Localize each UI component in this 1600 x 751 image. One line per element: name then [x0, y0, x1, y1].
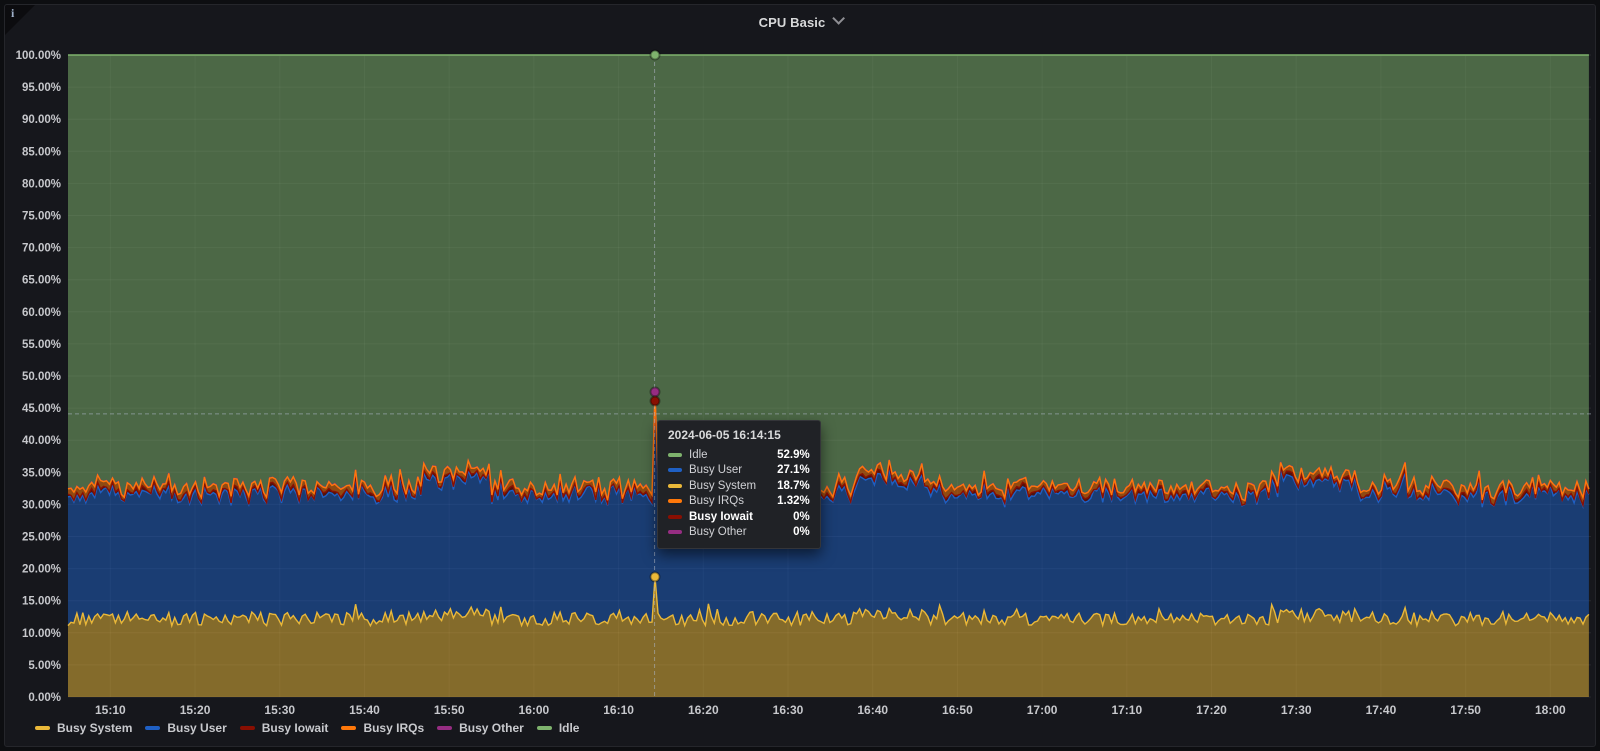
y-axis-label: 100.00%: [16, 50, 61, 62]
hover-marker-busy_other: [649, 386, 661, 398]
legend-color-swatch: [437, 726, 453, 730]
legend-item-idle[interactable]: Idle: [536, 721, 580, 735]
x-axis-label: 15:20: [180, 703, 211, 717]
y-axis-label: 10.00%: [22, 628, 61, 640]
x-axis-label: 16:00: [519, 703, 550, 717]
y-axis-label: 80.00%: [22, 178, 61, 190]
series-color-swatch: [668, 530, 682, 535]
legend-item-busy-irqs[interactable]: Busy IRQs: [341, 721, 424, 735]
tooltip-series-name: Busy User: [689, 464, 743, 477]
x-axis-label: 15:30: [264, 703, 295, 717]
tooltip-timestamp: 2024-06-05 16:14:15: [668, 428, 781, 442]
y-axis-label: 65.00%: [22, 275, 61, 287]
x-axis-label: 17:40: [1366, 703, 1397, 717]
legend-color-swatch: [536, 726, 552, 730]
hover-marker-busy_iowait: [649, 395, 661, 407]
y-axis-label: 95.00%: [22, 82, 61, 94]
x-axis-label: 16:40: [857, 703, 888, 717]
legend-color-swatch: [341, 726, 357, 730]
legend-label: Idle: [558, 721, 580, 735]
y-axis-label: 70.00%: [22, 243, 61, 255]
legend-color-swatch: [239, 726, 255, 730]
legend-label: Busy IRQs: [363, 721, 425, 735]
y-axis-label: 45.00%: [22, 403, 61, 415]
hover-tooltip: 2024-06-05 16:14:15 Idle 52.9% Busy User 27…: [657, 420, 821, 549]
x-axis-label: 16:50: [942, 703, 973, 717]
series-color-swatch: [668, 483, 682, 488]
x-axis-label: 15:40: [349, 703, 380, 717]
tooltip-series-value: 0%: [793, 526, 810, 539]
tooltip-series-value: 27.1%: [777, 464, 810, 477]
y-axis-label: 40.00%: [22, 435, 61, 447]
y-axis-label: 30.00%: [22, 499, 61, 511]
series-color-swatch: [668, 499, 682, 504]
y-axis-label: 20.00%: [22, 564, 61, 576]
series-color-swatch: [668, 452, 682, 457]
tooltip-series-name: Busy IRQs: [689, 495, 744, 508]
y-axis-label: 75.00%: [22, 211, 61, 223]
x-axis-label: 15:10: [95, 703, 126, 717]
tooltip-row: Busy IRQs 1.32%: [668, 494, 810, 510]
y-axis-label: 0.00%: [28, 692, 61, 704]
y-axis-label: 85.00%: [22, 146, 61, 158]
tooltip-row: Busy System 18.7%: [668, 478, 810, 494]
series-area-idle: [68, 55, 1589, 501]
cpu-basic-panel: i CPU Basic 100.00% 95.00% 90.00% 85.00% 80.…: [4, 4, 1596, 747]
tooltip-series-value: 18.7%: [777, 479, 810, 492]
tooltip-series-name: Busy Other: [689, 526, 747, 539]
tooltip-series-value: 1.32%: [777, 495, 810, 508]
legend-label: Busy Other: [459, 721, 524, 735]
tooltip-series-value: 0%: [793, 510, 810, 523]
y-axis-label: 50.00%: [22, 371, 61, 383]
y-axis-label: 15.00%: [22, 596, 61, 608]
legend-label: Busy System: [57, 721, 133, 735]
legend-item-busy-iowait[interactable]: Busy Iowait: [239, 721, 329, 735]
y-axis-label: 55.00%: [22, 339, 61, 351]
y-axis-label: 35.00%: [22, 467, 61, 479]
x-axis-label: 16:20: [688, 703, 719, 717]
x-axis-label: 17:30: [1281, 703, 1312, 717]
hover-marker-busy_system: [649, 571, 661, 583]
legend-color-swatch: [145, 726, 161, 730]
legend-label: Busy Iowait: [261, 721, 329, 735]
x-axis-label: 17:20: [1196, 703, 1227, 717]
time-series-chart[interactable]: 100.00% 95.00% 90.00% 85.00% 80.00% 75.00% 70.…: [5, 5, 1596, 747]
x-axis-label: 17:10: [1111, 703, 1142, 717]
legend-label: Busy User: [167, 721, 227, 735]
series-color-swatch: [668, 468, 682, 473]
x-axis-label: 17:00: [1027, 703, 1058, 717]
legend-item-busy-other[interactable]: Busy Other: [437, 721, 524, 735]
tooltip-row: Busy Other 0%: [668, 525, 810, 541]
y-axis-label: 90.00%: [22, 114, 61, 126]
hover-marker-idle: [649, 49, 661, 61]
tooltip-series-name: Idle: [689, 448, 708, 461]
tooltip-row: Busy Iowait 0%: [668, 509, 810, 525]
x-axis-label: 17:50: [1450, 703, 1481, 717]
x-axis-label: 16:10: [603, 703, 634, 717]
x-axis-label: 16:30: [773, 703, 804, 717]
legend-item-busy-system[interactable]: Busy System: [35, 721, 132, 735]
y-axis-label: 5.00%: [28, 660, 61, 672]
series-color-swatch: [668, 514, 682, 519]
x-axis-label: 15:50: [434, 703, 465, 717]
legend-color-swatch: [35, 726, 50, 730]
tooltip-row: Idle 52.9%: [668, 447, 810, 463]
y-axis-label: 25.00%: [22, 532, 61, 544]
legend: Busy System Busy User Busy Iowait Busy IRQs…: [35, 721, 579, 735]
tooltip-row: Busy User 27.1%: [668, 463, 810, 479]
legend-item-busy-user[interactable]: Busy User: [145, 721, 227, 735]
x-axis-label: 18:00: [1535, 703, 1566, 717]
tooltip-series-name: Busy Iowait: [689, 510, 753, 523]
y-axis-label: 60.00%: [22, 307, 61, 319]
tooltip-series-value: 52.9%: [777, 448, 810, 461]
tooltip-series-name: Busy System: [689, 479, 757, 492]
